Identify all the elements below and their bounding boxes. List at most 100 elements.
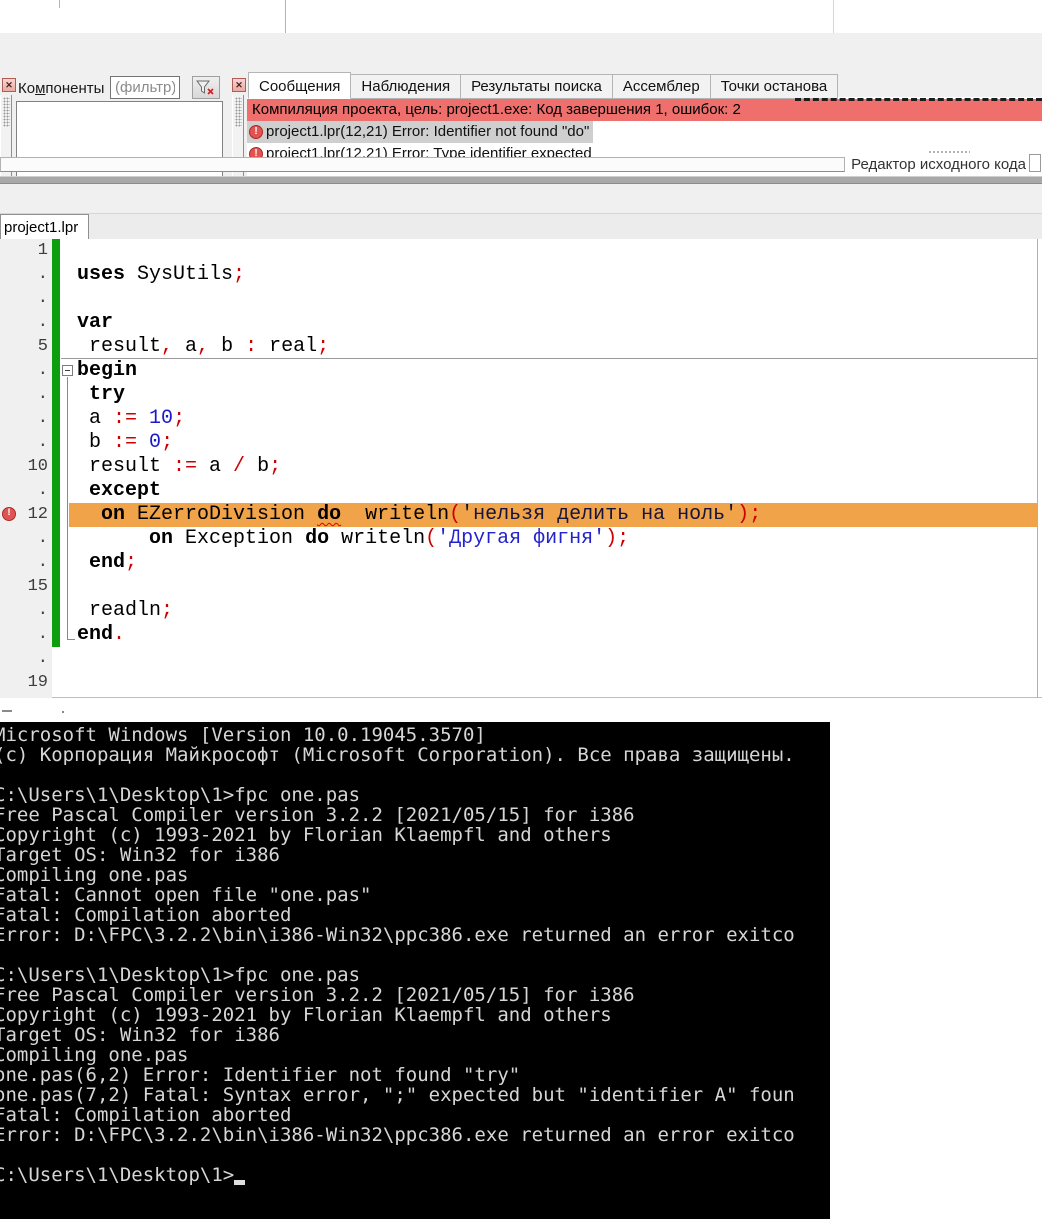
line-number: . [0, 623, 52, 647]
dock-grab-bar[interactable] [0, 157, 845, 172]
editor-right-edge [1037, 239, 1038, 698]
code-text: end; [77, 551, 137, 575]
terminal-line: Fatal: Compilation aborted [0, 905, 795, 925]
code-line-2[interactable]: .uses SysUtils; [0, 263, 1042, 287]
terminal-line: Copyright (c) 1993-2021 by Florian Klaem… [0, 825, 795, 845]
fold-guide [67, 455, 68, 479]
fold-margin [60, 623, 77, 647]
terminal-line: Free Pascal Compiler version 3.2.2 [2021… [0, 805, 795, 825]
terminal-line: Target OS: Win32 for i386 [0, 845, 795, 865]
code-line-6[interactable]: .begin [0, 359, 1042, 383]
code-line-7[interactable]: . try [0, 383, 1042, 407]
code-editor[interactable]: 1.uses SysUtils;..var5 result, a, b : re… [0, 239, 1042, 698]
change-bar [52, 287, 60, 311]
change-bar [52, 239, 60, 263]
code-text: readln; [77, 599, 173, 623]
terminal-cursor [234, 1167, 245, 1185]
messages-tab-3[interactable]: Ассемблер [613, 74, 711, 99]
change-bar [52, 359, 60, 383]
messages-tabbar: СообщенияНаблюденияРезультаты поискаАссе… [248, 73, 838, 99]
line-number: . [0, 359, 52, 383]
terminal-line: one.pas(7,2) Fatal: Syntax error, ";" ex… [0, 1085, 795, 1105]
fold-margin[interactable] [60, 359, 77, 383]
fold-guide [67, 503, 68, 527]
panel-divider [285, 0, 286, 33]
code-line-8[interactable]: . a := 10; [0, 407, 1042, 431]
resize-artifact [2, 710, 12, 712]
close-icon[interactable]: ✕ [2, 78, 16, 92]
terminal-output: Microsoft Windows [Version 10.0.19045.35… [0, 725, 795, 1185]
code-text: end. [77, 623, 125, 647]
component-filter-input[interactable] [110, 76, 180, 99]
code-line-17[interactable]: . end. [0, 623, 1042, 647]
messages-tab-2[interactable]: Результаты поиска [461, 74, 613, 99]
fold-margin [60, 575, 77, 599]
tab-project1-lpr[interactable]: project1.lpr [0, 214, 89, 240]
code-line-19[interactable]: 19 [0, 671, 1042, 695]
splitter-grip-dots[interactable] [928, 150, 970, 154]
clear-filter-button[interactable] [192, 76, 220, 99]
code-line-16[interactable]: . readln; [0, 599, 1042, 623]
line-number: . [0, 527, 52, 551]
change-bar [52, 383, 60, 407]
fold-collapse-icon[interactable] [62, 365, 73, 376]
gutter-error-icon: ! [2, 507, 16, 521]
code-line-1[interactable]: 1 [0, 239, 1042, 263]
code-line-3[interactable]: . [0, 287, 1042, 311]
top-dock-area: ✕ Компоненты ✕ СообщенияНаблюденияРезуль… [0, 33, 1042, 176]
fold-margin [60, 455, 77, 479]
cmd-terminal[interactable]: Microsoft Windows [Version 10.0.19045.35… [0, 722, 830, 1219]
fold-margin [60, 503, 77, 527]
fold-guide [67, 623, 68, 640]
close-icon[interactable]: ✕ [232, 78, 246, 92]
line-number: 5 [0, 335, 52, 359]
terminal-line: Fatal: Compilation aborted [0, 1105, 795, 1125]
terminal-line: Microsoft Windows [Version 10.0.19045.35… [0, 725, 795, 745]
panel-divider [833, 0, 834, 33]
code-line-9[interactable]: . b := 0; [0, 431, 1042, 455]
code-text: var [77, 311, 113, 335]
fold-margin [60, 599, 77, 623]
line-number: . [0, 311, 52, 335]
funnel-clear-icon [196, 80, 216, 97]
components-list[interactable] [16, 101, 223, 185]
change-bar [52, 431, 60, 455]
fold-margin [60, 287, 77, 311]
source-editor-window-title: Редактор исходного кода [850, 156, 1026, 173]
code-line-18[interactable]: . [0, 647, 1042, 671]
change-bar [52, 623, 60, 647]
message-row[interactable]: Компиляция проекта, цель: project1.exe: … [247, 99, 1042, 121]
resize-artifact [62, 711, 64, 713]
code-line-5[interactable]: 5 result, a, b : real; [0, 335, 1042, 359]
messages-tab-4[interactable]: Точки останова [711, 74, 839, 99]
line-number: . [0, 407, 52, 431]
line-number: 10 [0, 455, 52, 479]
terminal-line: Compiling one.pas [0, 865, 795, 885]
message-row[interactable]: !project1.lpr(12,21) Error: Identifier n… [247, 121, 1042, 143]
code-line-15[interactable]: 15 [0, 575, 1042, 599]
code-line-14[interactable]: . end; [0, 551, 1042, 575]
code-line-11[interactable]: . except [0, 479, 1042, 503]
code-line-4[interactable]: . var [0, 311, 1042, 335]
horizontal-splitter[interactable] [0, 176, 1042, 184]
messages-tab-0[interactable]: Сообщения [248, 72, 351, 99]
change-bar [52, 335, 60, 359]
terminal-line: Error: D:\FPC\3.2.2\bin\i386-Win32\ppc38… [0, 925, 795, 945]
line-number: . [0, 263, 52, 287]
code-text: a := 10; [77, 407, 185, 431]
code-line-12[interactable]: 12! on EZerroDivision do writeln('нельзя… [0, 503, 1042, 527]
messages-tab-1[interactable]: Наблюдения [351, 74, 461, 99]
fold-guide [67, 479, 68, 503]
terminal-line: Fatal: Cannot open file "one.pas" [0, 885, 795, 905]
change-bar [52, 263, 60, 287]
change-bar [52, 551, 60, 575]
terminal-line: Compiling one.pas [0, 1045, 795, 1065]
line-number: . [0, 551, 52, 575]
line-number: . [0, 383, 52, 407]
code-line-13[interactable]: . on Exception do writeln('Другая фигня'… [0, 527, 1042, 551]
terminal-line: Copyright (c) 1993-2021 by Florian Klaem… [0, 1005, 795, 1025]
terminal-line: (c) Корпорация Майкрософт (Microsoft Cor… [0, 745, 795, 765]
fold-margin [60, 527, 77, 551]
code-line-10[interactable]: 10 result := a / b; [0, 455, 1042, 479]
fold-guide [67, 383, 68, 407]
